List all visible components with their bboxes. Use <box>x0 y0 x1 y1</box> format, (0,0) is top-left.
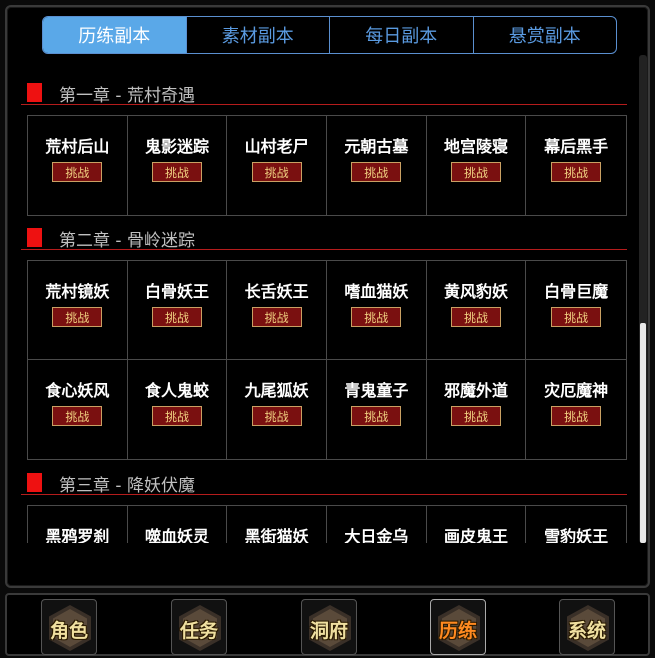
stage-grid: 黑鸦罗刹挑战噬血妖灵挑战黑街猫妖挑战大日金乌挑战画皮鬼王挑战雪豹妖王挑战 <box>27 505 627 543</box>
tab-trial[interactable]: 历练副本 <box>43 17 187 53</box>
nav-cave-button[interactable]: 洞府 <box>301 599 357 655</box>
stage-name: 荒村后山 <box>45 137 110 156</box>
stage-cell: 黑街猫妖挑战 <box>227 506 327 543</box>
stage-cell: 鬼影迷踪 挑战 <box>128 116 228 215</box>
stage-cell: 元朝古墓 挑战 <box>327 116 427 215</box>
stage-name: 食心妖风 <box>45 381 110 400</box>
stage-name: 长舌妖王 <box>244 282 309 301</box>
stage-name: 噬血妖灵 <box>144 527 209 543</box>
nav-label: 历练 <box>438 620 477 642</box>
stage-name: 邪魔外道 <box>443 381 508 400</box>
stage-cell: 灾厄魔神 挑战 <box>526 360 626 459</box>
stage-name: 幕后黑手 <box>544 137 609 156</box>
stage-name: 元朝古墓 <box>344 137 409 156</box>
chapter-title: 第二章 - 骨岭迷踪 <box>59 231 195 251</box>
challenge-button[interactable]: 挑战 <box>52 307 103 327</box>
stage-name: 山村老尸 <box>244 137 309 156</box>
tab-material[interactable]: 素材副本 <box>187 17 330 53</box>
nav-label: 角色 <box>49 620 88 642</box>
stage-cell: 食人鬼蛟 挑战 <box>128 360 228 459</box>
stage-cell: 噬血妖灵挑战 <box>128 506 228 543</box>
chapter-marker-icon <box>27 473 42 492</box>
stage-cell: 大日金乌挑战 <box>327 506 427 543</box>
challenge-button[interactable]: 挑战 <box>52 162 103 182</box>
nav-label: 系统 <box>567 620 606 642</box>
challenge-button[interactable]: 挑战 <box>551 162 602 182</box>
chapter-header: 第三章 - 降妖伏魔 <box>21 471 627 496</box>
stage-cell: 九尾狐妖 挑战 <box>227 360 327 459</box>
challenge-button[interactable]: 挑战 <box>450 162 501 182</box>
challenge-button[interactable]: 挑战 <box>251 162 302 182</box>
challenge-button[interactable]: 挑战 <box>351 162 402 182</box>
stage-cell: 荒村后山 挑战 <box>28 116 128 215</box>
chapter-header: 第一章 - 荒村奇遇 <box>21 81 627 106</box>
stage-name: 九尾狐妖 <box>244 381 309 400</box>
stage-cell: 邪魔外道 挑战 <box>427 360 527 459</box>
stage-name: 食人鬼蛟 <box>144 381 209 400</box>
stage-name: 黑鸦罗刹 <box>45 527 110 543</box>
stage-name: 画皮鬼王 <box>443 527 508 543</box>
challenge-button[interactable]: 挑战 <box>551 406 602 426</box>
challenge-button[interactable]: 挑战 <box>151 162 202 182</box>
stage-name: 青鬼童子 <box>344 381 409 400</box>
stage-cell: 黑鸦罗刹挑战 <box>28 506 128 543</box>
challenge-button[interactable]: 挑战 <box>351 307 402 327</box>
stage-name: 鬼影迷踪 <box>144 137 209 156</box>
challenge-button[interactable]: 挑战 <box>450 406 501 426</box>
nav-quest-button[interactable]: 任务 <box>171 599 227 655</box>
stage-cell: 青鬼童子 挑战 <box>327 360 427 459</box>
tab-daily[interactable]: 每日副本 <box>330 17 474 53</box>
stage-cell: 白骨妖王 挑战 <box>127 261 228 360</box>
nav-system-button[interactable]: 系统 <box>559 599 615 655</box>
stage-name: 大日金乌 <box>344 527 409 543</box>
bottom-nav: 角色 任务 洞府 历练 系统 <box>5 593 650 656</box>
nav-trial-button[interactable]: 历练 <box>430 599 486 655</box>
challenge-button[interactable]: 挑战 <box>351 406 402 426</box>
stage-grid: 荒村后山 挑战 鬼影迷踪 挑战 山村老尸 挑战 元朝古墓 挑战 地宫陵寝 挑战 幕后黑手 挑战 <box>27 115 627 216</box>
chapter-marker-icon <box>27 228 42 247</box>
stage-cell: 长舌妖王 挑战 <box>227 261 327 360</box>
stage-name: 黄风豹妖 <box>443 282 508 301</box>
stage-cell: 荒村镜妖 挑战 <box>28 261 128 360</box>
challenge-button[interactable]: 挑战 <box>251 307 302 327</box>
tab-bounty[interactable]: 悬赏副本 <box>474 17 617 53</box>
stage-cell: 嗜血猫妖 挑战 <box>326 261 427 360</box>
stage-cell: 黄风豹妖 挑战 <box>426 261 527 360</box>
stage-name: 地宫陵寝 <box>443 137 508 156</box>
stage-cell: 雪豹妖王挑战 <box>526 506 626 543</box>
challenge-button[interactable]: 挑战 <box>251 406 302 426</box>
stage-grid: 荒村镜妖 挑战 白骨妖王 挑战 长舌妖王 挑战 嗜血猫妖 挑战 黄风豹妖 挑战 白骨巨魔 挑战 食心妖风… <box>27 260 627 460</box>
stage-name: 灾厄魔神 <box>544 381 609 400</box>
scroll-thumb[interactable] <box>640 323 646 543</box>
stage-name: 雪豹妖王 <box>544 527 609 543</box>
challenge-button[interactable]: 挑战 <box>52 406 103 426</box>
stage-cell: 食心妖风 挑战 <box>28 360 128 459</box>
chapter-title: 第三章 - 降妖伏魔 <box>59 476 195 496</box>
stage-name: 荒村镜妖 <box>45 282 110 301</box>
main-panel: 历练副本 素材副本 每日副本 悬赏副本 第一章 - 荒村奇遇 荒村后山 挑战 鬼影迷踪… <box>5 5 650 588</box>
stage-name: 嗜血猫妖 <box>344 282 409 301</box>
nav-label: 洞府 <box>309 620 348 642</box>
stage-cell: 白骨巨魔 挑战 <box>526 261 626 360</box>
stage-cell: 山村老尸 挑战 <box>227 116 327 215</box>
chapter-marker-icon <box>27 83 42 102</box>
stage-cell: 地宫陵寝 挑战 <box>427 116 527 215</box>
challenge-button[interactable]: 挑战 <box>450 307 501 327</box>
chapter-title: 第一章 - 荒村奇遇 <box>59 86 195 106</box>
chapter-list: 第一章 - 荒村奇遇 荒村后山 挑战 鬼影迷踪 挑战 山村老尸 挑战 元朝古墓 挑战 地宫陵寝 挑战… <box>21 71 627 543</box>
nav-label: 任务 <box>179 620 218 642</box>
challenge-button[interactable]: 挑战 <box>551 307 602 327</box>
chapter-header: 第二章 - 骨岭迷踪 <box>21 226 627 251</box>
stage-cell: 画皮鬼王挑战 <box>427 506 527 543</box>
stage-name: 黑街猫妖 <box>244 527 309 543</box>
content-scrollbar[interactable] <box>639 55 647 543</box>
stage-name: 白骨巨魔 <box>544 282 609 301</box>
challenge-button[interactable]: 挑战 <box>151 307 202 327</box>
stage-cell: 幕后黑手 挑战 <box>526 116 626 215</box>
dungeon-tabs: 历练副本 素材副本 每日副本 悬赏副本 <box>42 16 617 54</box>
nav-character-button[interactable]: 角色 <box>41 599 97 655</box>
challenge-button[interactable]: 挑战 <box>151 406 202 426</box>
stage-name: 白骨妖王 <box>144 282 209 301</box>
